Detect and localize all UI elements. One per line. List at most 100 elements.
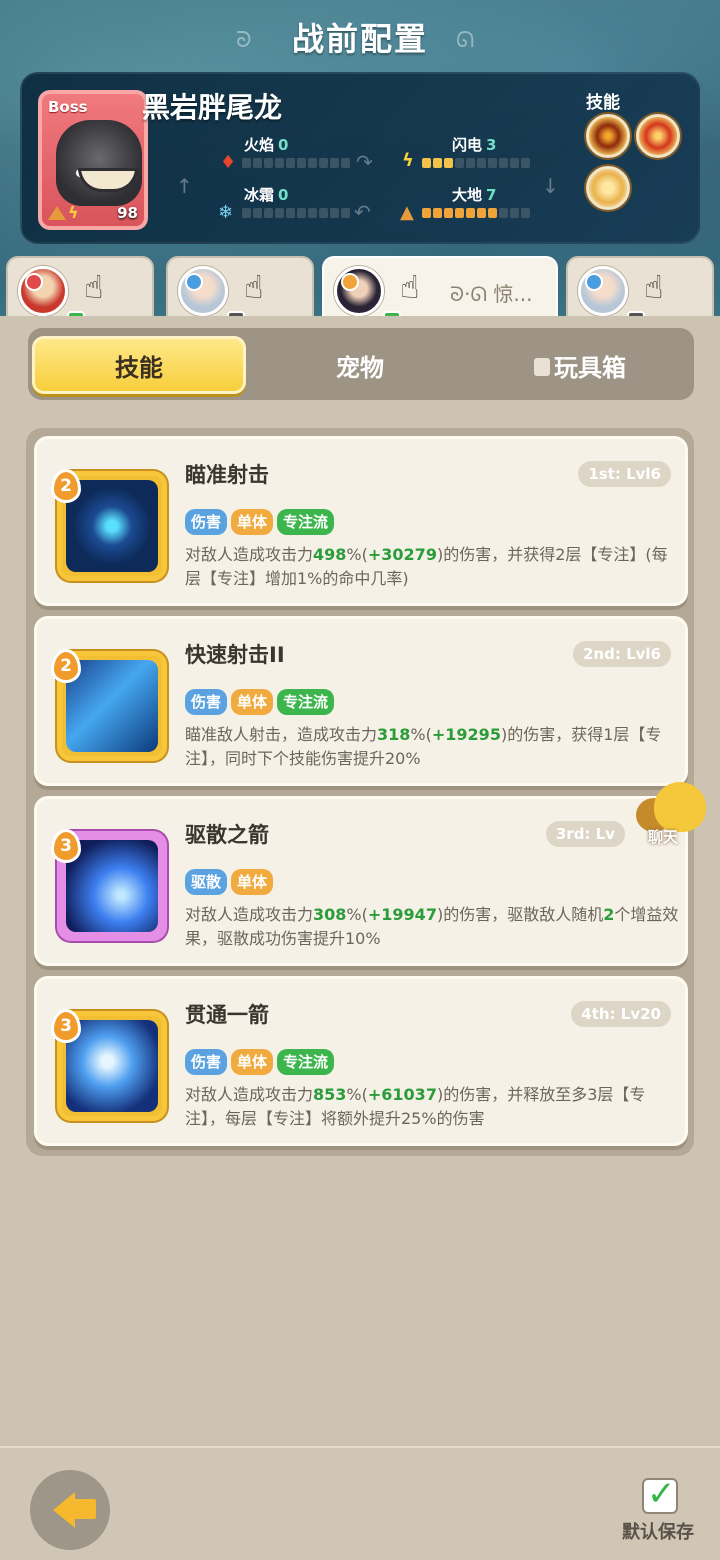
fire-bar [242,158,350,170]
earth-bar [422,208,530,220]
skill-tags: 伤害 单体 专注流 [185,509,335,535]
stat-bar-segment [253,158,262,168]
earth-icon [48,206,66,220]
tag: 单体 [231,1049,274,1075]
stat-bar-segment [308,158,317,168]
boss-element-icons: ϟ [48,203,79,222]
skill-rank: 4th: Lv20 [571,1001,671,1027]
stat-bar-segment [444,158,453,168]
boss-portrait[interactable]: Boss ϟ 98 [38,90,148,230]
tab-skills[interactable]: 技能 [32,336,246,394]
skill-description: 瞄准敌人射击，造成攻击力318%(+19295)的伤害，获得1层【专注】，同时下… [185,725,662,768]
lion-shield-icon[interactable] [586,166,630,210]
cycle-arrow-icon: ↷ [356,150,373,174]
fire-orb-icon[interactable] [636,114,680,158]
stat-bar-segment [341,158,350,168]
stat-bar-segment [330,158,339,168]
lock-icon [534,358,550,376]
tag: 伤害 [185,1049,228,1075]
cycle-arrow-icon: ↓ [542,174,559,198]
skill-description: 对敌人造成攻击力853%(+61037)的伤害，并释放至多3层【专注】，每层【专… [185,1085,646,1128]
page-title: 战前配置 [291,20,428,58]
dragon-avatar-icon [56,120,142,206]
stat-bar-segment [477,158,486,168]
stat-bar-segment [433,158,442,168]
stat-bar-segment [275,158,284,168]
tag: 专注流 [277,1049,335,1075]
back-button[interactable] [30,1470,110,1550]
fire-claw-icon[interactable] [586,114,630,158]
stat-bar-segment [297,208,306,218]
stat-bar-segment [297,158,306,168]
stat-bar-segment [455,208,464,218]
lightning-icon: ϟ [402,150,414,171]
pointing-hand-icon: ☝ [400,268,420,306]
avatar [578,266,645,327]
checkmark-icon: ✓ [647,1474,676,1514]
stat-bar-segment [499,158,508,168]
tag: 伤害 [185,509,228,535]
stat-bar-segment [242,158,251,168]
tab-toybox[interactable]: 玩具箱 [480,336,680,394]
chat-button[interactable]: 聊天 [634,782,714,852]
skill-card[interactable]: 3 贯通一箭 4th: Lv20 伤害 单体 专注流 对敌人造成攻击力853%(… [34,976,688,1146]
avatar [178,266,245,327]
stat-bar-segment [510,158,519,168]
skill-card[interactable]: 2 瞄准射击 1st: Lvl6 伤害 单体 专注流 对敌人造成攻击力498%(… [34,436,688,606]
boss-level: 98 [117,204,138,222]
skill-title: 快速射击II [185,643,285,667]
skill-tags: 伤害 单体 专注流 [185,689,335,715]
stat-bar-segment [521,208,530,218]
hero-tab-2[interactable]: ☝ [166,256,314,327]
skill-level-badge: 2 [51,649,81,683]
swirl-decoration-icon: ᘏ [456,28,475,53]
stat-bar-segment [455,158,464,168]
skill-level-badge: 3 [51,829,81,863]
skill-rank: 1st: Lvl6 [578,461,671,487]
stat-bar-segment [242,208,251,218]
frost-bar [242,208,350,220]
cycle-arrow-icon: ↶ [354,200,371,224]
default-save-checkbox[interactable]: ✓ [642,1474,678,1514]
skill-description: 对敌人造成攻击力308%(+19947)的伤害，驱散敌人随机2个增益效果，驱散成… [185,905,679,948]
skill-card[interactable]: 3 驱散之箭 3rd: Lv 驱散 单体 对敌人造成攻击力308%(+19947… [34,796,688,966]
tab-pets[interactable]: 宠物 [260,336,460,394]
pointing-hand-icon: ☝ [644,268,664,306]
lightning-icon: ϟ [68,203,79,222]
stat-bar-segment [422,158,431,168]
stat-bar-segment [308,208,317,218]
stat-bar-segment [499,208,508,218]
hero-tab-4[interactable]: ☝ [566,256,714,327]
stat-bar-segment [444,208,453,218]
pointing-hand-icon: ☝ [84,268,104,306]
tag: 单体 [231,509,274,535]
stat-bar-segment [422,208,431,218]
avatar [18,266,85,327]
stat-bar-segment [433,208,442,218]
tag: 单体 [231,869,274,895]
tag: 驱散 [185,869,228,895]
skill-rank: 2nd: Lvl6 [573,641,671,667]
stat-bar-segment [264,208,273,218]
smiley-icon [654,782,706,832]
skill-title: 驱散之箭 [185,823,269,847]
earth-icon: ▲ [400,202,414,223]
pointing-hand-icon: ☝ [244,268,264,306]
stat-bar-segment [466,158,475,168]
stat-bar-segment [466,208,475,218]
stat-bar-segment [319,158,328,168]
stat-bar-segment [477,208,486,218]
stat-bar-segment [286,158,295,168]
element-badge-icon [341,273,359,291]
avatar [334,266,401,327]
hero-tab-1[interactable]: ☝ [6,256,154,327]
lightning-bar [422,158,530,170]
stat-bar-segment [488,208,497,218]
skill-card[interactable]: 2 快速射击II 2nd: Lvl6 伤害 单体 专注流 瞄准敌人射击，造成攻击… [34,616,688,786]
boss-skills-label: 技能 [586,93,620,113]
skill-tags: 伤害 单体 专注流 [185,1049,335,1075]
stat-bar-segment [330,208,339,218]
stat-frost: 冰霜 0 [244,186,289,204]
skill-tags: 驱散 单体 [185,869,274,895]
skill-title: 瞄准射击 [185,463,269,487]
